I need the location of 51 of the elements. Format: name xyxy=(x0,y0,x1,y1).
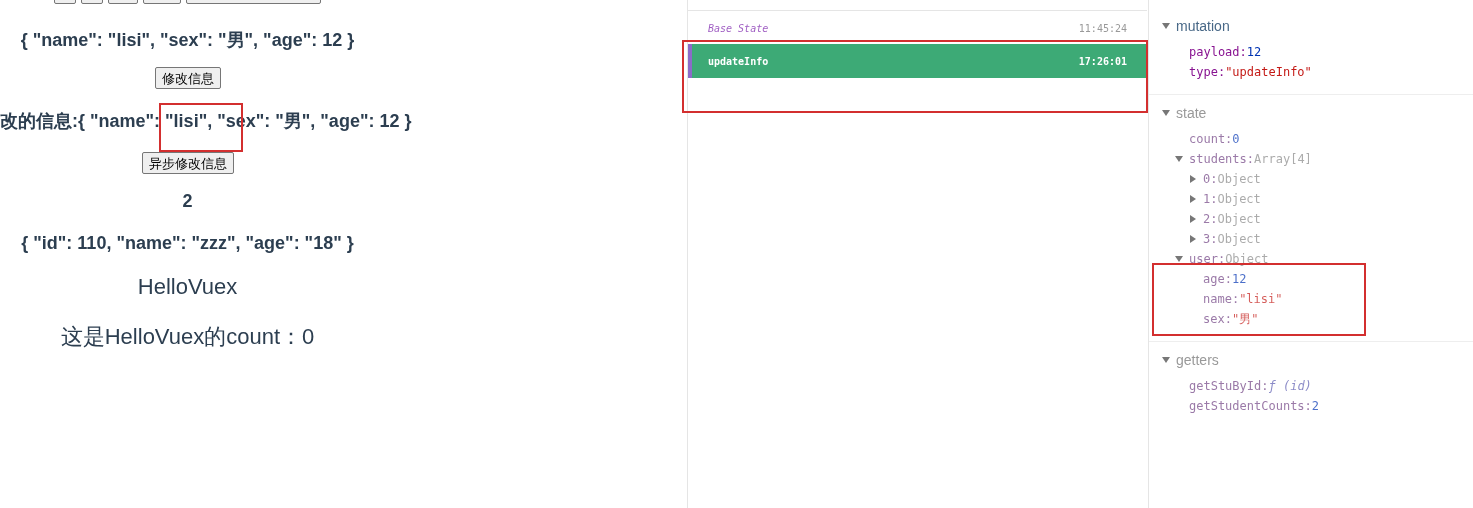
property-value: Object xyxy=(1217,191,1261,208)
info-text: { "id": 110, "name": "zzz", "age": "18" } xyxy=(21,232,354,254)
property-key: 3: xyxy=(1203,230,1218,248)
entry-time: 17:26:01 xyxy=(1078,54,1127,69)
property-value: Object xyxy=(1225,251,1269,268)
collapse-triangle-icon[interactable] xyxy=(1175,155,1183,163)
property-key: sex: xyxy=(1203,310,1232,328)
collapse-triangle-icon[interactable] xyxy=(1175,255,1183,263)
collapse-triangle-icon[interactable] xyxy=(1162,109,1170,117)
section-title: getters xyxy=(1176,350,1219,370)
app-button[interactable]: 异步修改信息 xyxy=(141,152,234,174)
property-key: getStudentCounts: xyxy=(1189,397,1312,415)
property-value: 12 xyxy=(1231,271,1247,288)
section-title: state xyxy=(1176,103,1207,123)
greeting-text: HelloVuex xyxy=(137,274,238,300)
property-value: Object xyxy=(1217,171,1261,188)
property-value: ƒ (id) xyxy=(1268,378,1312,395)
property-value: "男" xyxy=(1231,311,1259,328)
property-key: 0: xyxy=(1203,170,1218,188)
property-key: students: xyxy=(1189,150,1255,168)
collapse-triangle-icon[interactable] xyxy=(1162,356,1170,364)
info-text: 2 xyxy=(182,190,193,212)
property-value: 0 xyxy=(1232,131,1240,148)
property-key: age: xyxy=(1203,270,1232,288)
property-value: Object xyxy=(1217,231,1261,248)
property-key: name: xyxy=(1203,290,1240,308)
info-text: { "name": "lisi", "sex": "男", "age": 12 } xyxy=(20,29,355,51)
greeting-text: 这是HelloVuex的count：0 xyxy=(60,324,315,350)
property-key: 2: xyxy=(1203,210,1218,228)
property-key: user: xyxy=(1189,250,1226,268)
property-key: payload: xyxy=(1189,43,1247,61)
property-value: "updateInfo" xyxy=(1225,64,1312,81)
collapse-triangle-icon[interactable] xyxy=(1162,22,1170,30)
entry-time: 11:45:24 xyxy=(1078,21,1127,36)
expand-triangle-icon[interactable] xyxy=(1189,195,1197,203)
property-value: 12 xyxy=(1246,44,1262,61)
property-value: "lisi" xyxy=(1239,291,1283,308)
expand-triangle-icon[interactable] xyxy=(1189,235,1197,243)
expand-triangle-icon[interactable] xyxy=(1189,175,1197,183)
property-key: type: xyxy=(1189,63,1226,81)
property-key: 1: xyxy=(1203,190,1218,208)
app-button[interactable]: 修改信息 xyxy=(154,67,221,89)
entry-label: updateInfo xyxy=(708,54,769,69)
expand-triangle-icon[interactable] xyxy=(1189,215,1197,223)
property-key: getStuById: xyxy=(1189,377,1269,395)
property-value: Array[4] xyxy=(1254,151,1312,168)
section-title: mutation xyxy=(1176,16,1230,36)
entry-label: Base State xyxy=(708,21,769,36)
property-value: Object xyxy=(1217,211,1261,228)
property-key: count: xyxy=(1189,130,1233,148)
property-value: 2 xyxy=(1311,398,1320,415)
